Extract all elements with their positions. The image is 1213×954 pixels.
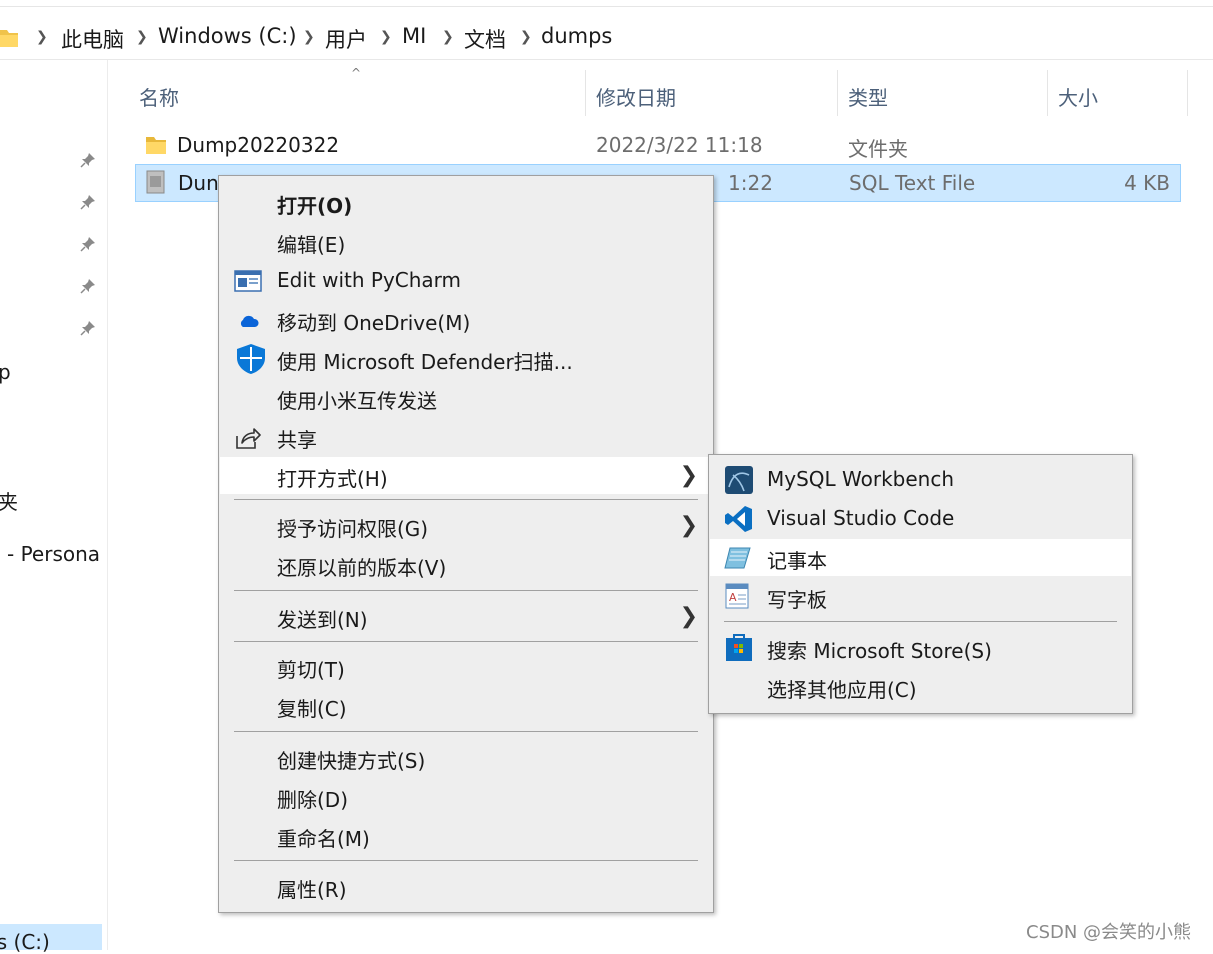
pin-icon[interactable] [80, 194, 96, 210]
context-menu: 打开(O) 编辑(E) Edit with PyCharm 移动到 OneDri… [218, 175, 714, 913]
notepad-icon [724, 547, 751, 569]
menu-item-rename[interactable]: 重命名(M) [220, 817, 712, 854]
nav-item-partial[interactable]: p [0, 360, 11, 384]
submenu-item-vscode[interactable]: Visual Studio Code [710, 500, 1131, 537]
menu-item-open-with[interactable]: 打开方式(H) ❯ [220, 457, 712, 494]
chevron-right-icon[interactable]: ❯ [442, 29, 454, 45]
vscode-icon [725, 506, 752, 532]
breadcrumb-mi[interactable]: MI [402, 24, 426, 48]
breadcrumb-documents[interactable]: 文档 [464, 24, 506, 54]
menu-separator [234, 499, 698, 500]
chevron-right-icon[interactable]: ❯ [380, 29, 392, 45]
sql-file-icon [146, 170, 165, 194]
column-divider[interactable] [1047, 70, 1048, 116]
menu-item-grant-access[interactable]: 授予访问权限(G) ❯ [220, 507, 712, 544]
column-divider[interactable] [585, 70, 586, 116]
sort-ascending-icon: ^ [351, 66, 362, 80]
share-icon [236, 428, 261, 449]
file-name: Dump20220322 [177, 133, 340, 157]
column-header-size[interactable]: 大小 [1058, 82, 1098, 111]
submenu-item-choose-another-app[interactable]: 选择其他应用(C) [710, 668, 1131, 705]
column-header-type[interactable]: 类型 [848, 82, 888, 111]
submenu-item-mysql-workbench[interactable]: MySQL Workbench [710, 461, 1131, 498]
breadcrumb-this-pc[interactable]: 此电脑 [61, 24, 124, 54]
file-date: 1:22 [728, 171, 773, 195]
column-divider[interactable] [1187, 70, 1188, 116]
pin-icon[interactable] [80, 236, 96, 252]
folder-icon [146, 137, 166, 154]
pin-icon[interactable] [80, 152, 96, 168]
pin-icon[interactable] [80, 278, 96, 294]
microsoft-store-icon [726, 634, 752, 661]
menu-item-copy[interactable]: 复制(C) [220, 687, 712, 724]
menu-item-cut[interactable]: 剪切(T) [220, 648, 712, 685]
file-row-folder[interactable]: Dump20220322 2022/3/22 11:18 文件夹 [135, 127, 1181, 165]
pycharm-icon [234, 270, 262, 292]
breadcrumb-users[interactable]: 用户 [325, 24, 367, 54]
chevron-right-icon[interactable]: ❯ [136, 29, 148, 45]
file-type: 文件夹 [848, 137, 908, 161]
file-size: 4 KB [1124, 171, 1170, 195]
menu-item-move-to-onedrive[interactable]: 移动到 OneDrive(M) [220, 301, 712, 338]
onedrive-icon [240, 315, 259, 327]
menu-item-edit[interactable]: 编辑(E) [220, 223, 712, 260]
open-with-submenu: MySQL Workbench Visual Studio Code 记事本 A… [708, 454, 1133, 714]
chevron-right-icon: ❯ [679, 604, 698, 629]
pin-icon[interactable] [80, 320, 96, 336]
menu-separator [234, 731, 698, 732]
menu-item-properties[interactable]: 属性(R) [220, 868, 712, 905]
menu-separator [234, 860, 698, 861]
address-bar[interactable]: ❯ 此电脑 ❯ Windows (C:) ❯ 用户 ❯ MI ❯ 文档 ❯ du… [0, 7, 1213, 60]
submenu-item-microsoft-store[interactable]: 搜索 Microsoft Store(S) [710, 629, 1131, 666]
menu-separator [234, 641, 698, 642]
menu-item-create-shortcut[interactable]: 创建快捷方式(S) [220, 739, 712, 776]
column-header-date[interactable]: 修改日期 [596, 82, 676, 111]
menu-item-share[interactable]: 共享 [220, 418, 712, 455]
menu-separator [234, 590, 698, 591]
wordpad-icon: A [725, 583, 749, 609]
chevron-right-icon[interactable]: ❯ [520, 29, 532, 45]
column-divider[interactable] [837, 70, 838, 116]
mysql-workbench-icon [725, 466, 753, 494]
chevron-right-icon: ❯ [679, 513, 698, 538]
folder-icon [0, 30, 18, 47]
menu-item-open[interactable]: 打开(O) [220, 184, 712, 221]
file-type: SQL Text File [849, 171, 976, 195]
chevron-right-icon[interactable]: ❯ [303, 29, 315, 45]
nav-item-onedrive-personal[interactable]: - Persona [7, 542, 100, 566]
menu-item-edit-with-pycharm[interactable]: Edit with PyCharm [220, 262, 712, 299]
file-date: 2022/3/22 11:18 [596, 133, 763, 157]
submenu-item-wordpad[interactable]: A 写字板 [710, 578, 1131, 615]
chevron-right-icon[interactable]: ❯ [36, 29, 48, 45]
nav-item-drive-c[interactable]: /s (C:) [0, 930, 50, 954]
chevron-right-icon: ❯ [679, 463, 698, 488]
breadcrumb-dumps[interactable]: dumps [541, 24, 612, 48]
column-header-name[interactable]: 名称 [139, 82, 179, 111]
menu-item-delete[interactable]: 删除(D) [220, 778, 712, 815]
nav-item-partial[interactable]: 夹 [0, 486, 18, 515]
menu-item-send-to[interactable]: 发送到(N) ❯ [220, 598, 712, 635]
submenu-item-notepad[interactable]: 记事本 [710, 539, 1131, 576]
menu-item-xiaomi-share[interactable]: 使用小米互传发送 [220, 379, 712, 416]
watermark: CSDN @会笑的小熊 [1026, 922, 1192, 943]
svg-text:A: A [729, 591, 737, 604]
menu-separator [724, 621, 1117, 622]
menu-item-defender-scan[interactable]: 使用 Microsoft Defender扫描... [220, 340, 712, 377]
menu-item-restore-previous-versions[interactable]: 还原以前的版本(V) [220, 546, 712, 583]
defender-shield-icon [237, 344, 265, 374]
file-name: Dun [178, 171, 219, 195]
breadcrumb-drive-c[interactable]: Windows (C:) [158, 24, 297, 48]
